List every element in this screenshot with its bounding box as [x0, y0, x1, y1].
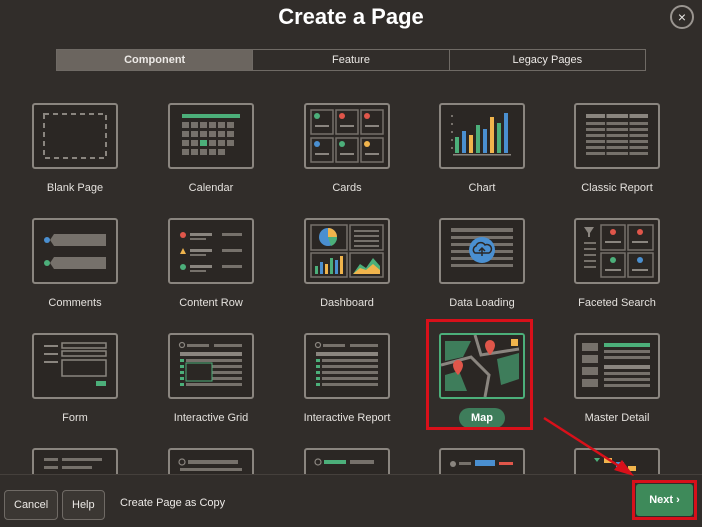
form-icon [32, 333, 118, 399]
tree-icon [574, 448, 660, 474]
tile-interactive-report[interactable]: Interactive Report [282, 333, 412, 424]
cards-icon [304, 103, 390, 169]
tile-label: Faceted Search [578, 297, 656, 309]
calendar-icon [168, 103, 254, 169]
blank-page-icon [32, 103, 118, 169]
chart-icon [439, 103, 525, 169]
tile-content-row[interactable]: Content Row [146, 218, 276, 309]
classic-report-icon [574, 103, 660, 169]
selection-highlight [426, 319, 533, 430]
page-type-grid: Blank Page Calendar Cards Chart Classic … [0, 0, 702, 474]
detail-list-icon [439, 448, 525, 474]
tile-cards[interactable]: Cards [282, 103, 412, 194]
tile-chart[interactable]: Chart [417, 103, 547, 194]
tile-label: Comments [48, 297, 102, 309]
tile-partial-1[interactable] [10, 448, 140, 474]
tile-dashboard[interactable]: Dashboard [282, 218, 412, 309]
tile-partial-3[interactable] [282, 448, 412, 474]
tile-blank-page[interactable]: Blank Page [10, 103, 140, 194]
tile-label: Interactive Report [303, 412, 391, 424]
next-label: Next [649, 494, 674, 506]
help-button[interactable]: Help [62, 490, 105, 520]
data-loading-icon [439, 218, 525, 284]
tile-label: Interactive Grid [173, 412, 249, 424]
tile-label: Blank Page [46, 182, 104, 194]
tile-calendar[interactable]: Calendar [146, 103, 276, 194]
search-list-icon [168, 448, 254, 474]
tile-interactive-grid[interactable]: Interactive Grid [146, 333, 276, 424]
tile-partial-4[interactable] [417, 448, 547, 474]
next-button[interactable]: Next › [636, 484, 693, 516]
list-icon [32, 448, 118, 474]
tile-partial-2[interactable] [146, 448, 276, 474]
interactive-grid-icon [168, 333, 254, 399]
interactive-report-icon [304, 333, 390, 399]
faceted-search-icon [574, 218, 660, 284]
tile-label: Master Detail [584, 412, 650, 424]
content-row-icon [168, 218, 254, 284]
tile-label: Chart [468, 182, 496, 194]
tile-label: Form [62, 412, 88, 424]
tile-partial-5[interactable] [552, 448, 682, 474]
tile-label: Calendar [188, 182, 234, 194]
tile-label: Cards [332, 182, 362, 194]
dashboard-icon [304, 218, 390, 284]
create-page-as-copy-button[interactable]: Create Page as Copy [120, 497, 225, 509]
comments-icon [32, 218, 118, 284]
tile-form[interactable]: Form [10, 333, 140, 424]
master-detail-icon [574, 333, 660, 399]
tile-label: Data Loading [449, 297, 515, 309]
cancel-button[interactable]: Cancel [4, 490, 59, 520]
tile-label: Content Row [179, 297, 243, 309]
tile-data-loading[interactable]: Data Loading [417, 218, 547, 309]
tile-label: Dashboard [320, 297, 374, 309]
chevron-right-icon: › [676, 494, 680, 506]
tile-master-detail[interactable]: Master Detail [552, 333, 682, 424]
tile-comments[interactable]: Comments [10, 218, 140, 309]
report-icon [304, 448, 390, 474]
dialog-footer: Cancel Help Create Page as Copy [0, 474, 702, 527]
tile-classic-report[interactable]: Classic Report [552, 103, 682, 194]
tile-label: Classic Report [581, 182, 653, 194]
tile-faceted-search[interactable]: Faceted Search [552, 218, 682, 309]
